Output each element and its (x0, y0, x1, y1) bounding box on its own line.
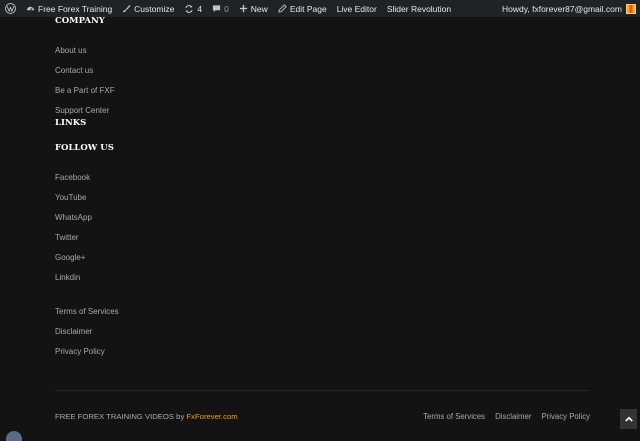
admin-bar: Free Forex Training Customize 4 0 New Ed… (0, 0, 640, 17)
links-heading: LINKS (55, 118, 87, 128)
bottom-link-privacy[interactable]: Privacy Policy (541, 412, 590, 421)
customize-label: Customize (134, 3, 175, 14)
footer-divider (55, 390, 590, 391)
wordpress-logo-button[interactable] (0, 0, 21, 17)
footer-link-facebook[interactable]: Facebook (55, 173, 90, 182)
live-editor-button[interactable]: Live Editor (332, 0, 382, 17)
chat-widget-icon[interactable] (6, 431, 22, 441)
new-content-button[interactable]: New (234, 0, 273, 17)
account-menu[interactable]: Howdy, fxforever87@gmail.com (502, 0, 640, 17)
site-name-menu[interactable]: Free Forex Training (21, 0, 117, 17)
footer-link-youtube[interactable]: YouTube (55, 193, 86, 202)
edit-page-label: Edit Page (289, 3, 327, 14)
footer-link-google-plus[interactable]: Google+ (55, 253, 85, 262)
copyright-brand-link[interactable]: FxForever.com (186, 412, 237, 421)
updates-button[interactable]: 4 (179, 0, 207, 17)
back-to-top-button[interactable] (620, 409, 637, 429)
footer-link-be-a-part[interactable]: Be a Part of FXF (55, 86, 115, 95)
account-greeting: Howdy, fxforever87@gmail.com (502, 3, 622, 14)
bottom-link-disclaimer[interactable]: Disclaimer (495, 412, 531, 421)
copyright: FREE FOREX TRAINING VIDEOS by FxForever.… (55, 412, 238, 421)
paintbrush-icon (123, 4, 131, 13)
plus-icon (239, 4, 247, 13)
copyright-text: FREE FOREX TRAINING VIDEOS by (55, 412, 187, 421)
comments-button[interactable]: 0 (207, 0, 234, 17)
footer-link-support-center[interactable]: Support Center (55, 106, 109, 115)
edit-page-button[interactable]: Edit Page (273, 0, 332, 17)
updates-icon (185, 4, 193, 13)
follow-us-heading: FOLLOW US (55, 143, 114, 153)
footer-link-terms[interactable]: Terms of Services (55, 307, 119, 316)
site-name: Free Forex Training (38, 3, 113, 14)
new-label: New (250, 3, 268, 14)
customize-button[interactable]: Customize (117, 0, 179, 17)
bottom-links: Terms of Services Disclaimer Privacy Pol… (413, 412, 590, 421)
footer-link-privacy[interactable]: Privacy Policy (55, 347, 105, 356)
footer-link-disclaimer[interactable]: Disclaimer (55, 327, 92, 336)
avatar (626, 3, 636, 14)
comments-count: 0 (224, 3, 229, 14)
wordpress-icon (5, 3, 16, 14)
bottom-link-terms[interactable]: Terms of Services (423, 412, 485, 421)
comment-icon (212, 5, 221, 13)
chevron-up-icon (624, 416, 633, 422)
footer-link-linkdin[interactable]: Linkdin (55, 273, 80, 282)
company-heading: COMPANY (55, 16, 105, 26)
footer-link-twitter[interactable]: Twitter (55, 233, 79, 242)
footer-link-about-us[interactable]: About us (55, 46, 87, 55)
slider-revolution-button[interactable]: Slider Revolution (382, 0, 456, 17)
pencil-icon (278, 4, 287, 13)
footer-link-contact-us[interactable]: Contact us (55, 66, 93, 75)
updates-count: 4 (197, 3, 203, 14)
footer-link-whatsapp[interactable]: WhatsApp (55, 213, 92, 222)
live-editor-label: Live Editor (336, 3, 377, 14)
dashboard-icon (26, 6, 35, 11)
slider-revolution-label: Slider Revolution (386, 3, 452, 14)
